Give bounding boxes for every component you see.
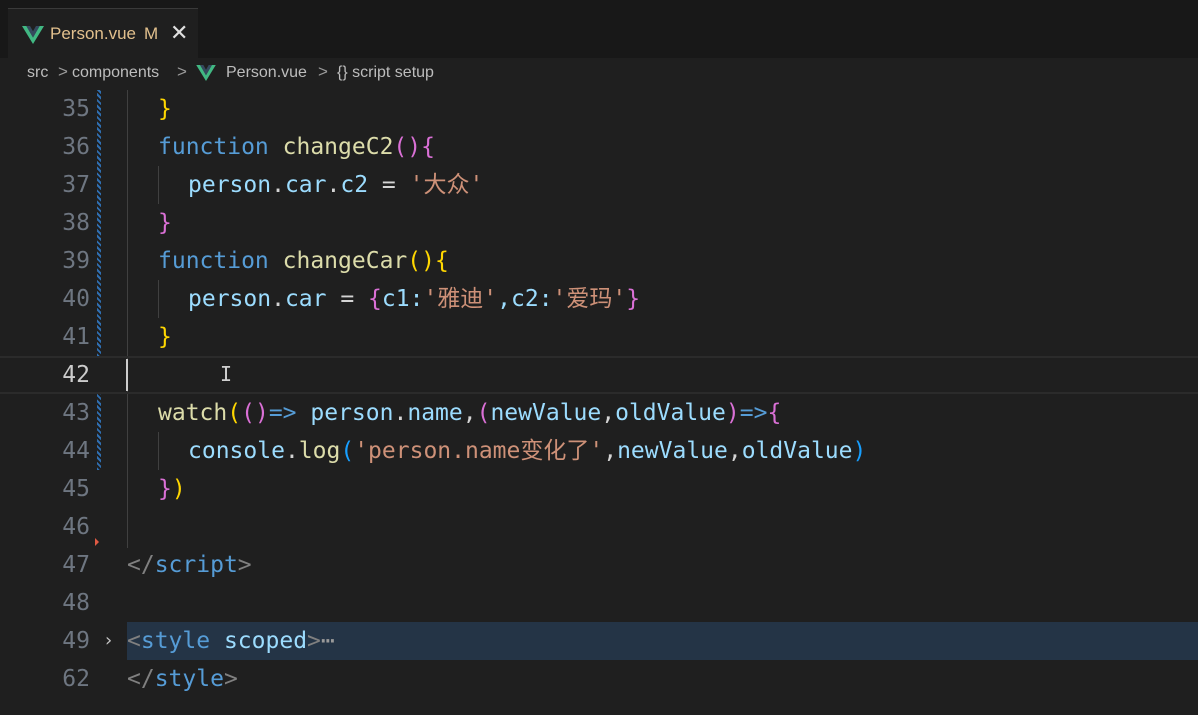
code-line: 62 </style> <box>0 660 1198 698</box>
code-line: 39 function changeCar(){ <box>0 242 1198 280</box>
line-number: 40 <box>62 286 90 312</box>
chevron-right-icon: > <box>58 62 68 81</box>
code-line: 38 } <box>0 204 1198 242</box>
folded-code-line[interactable]: 49 › <style scoped>⋯ <box>0 622 1198 660</box>
breadcrumb: src > components > Person.vue > {} scrip… <box>0 58 1198 90</box>
tab-bar: Person.vue M ✕ <box>0 0 1198 59</box>
tab-title: Person.vue <box>50 24 136 43</box>
breadcrumb-item-file[interactable]: Person.vue <box>226 64 307 82</box>
text-cursor <box>126 359 128 391</box>
line-number: 47 <box>62 552 90 578</box>
editor-tab[interactable]: Person.vue M ✕ <box>8 8 198 59</box>
vue-icon <box>196 65 216 81</box>
code-line: 46 <box>0 508 1198 546</box>
chevron-right-icon: > <box>177 62 187 81</box>
fold-ellipsis-icon: ⋯ <box>320 628 335 654</box>
line-number: 39 <box>62 248 90 274</box>
breadcrumb-item-script-setup[interactable]: {} script setup <box>337 64 434 82</box>
breadcrumb-item-components[interactable]: components <box>72 64 159 82</box>
line-number: 49 <box>62 628 90 654</box>
code-line: 36 function changeC2(){ <box>0 128 1198 166</box>
chevron-right-icon[interactable]: › <box>103 622 114 660</box>
code-line: 44 console.log('person.name变化了',newValue… <box>0 432 1198 470</box>
code-line: 47 </script> <box>0 546 1198 584</box>
line-number: 42 <box>62 362 90 388</box>
vue-icon <box>22 26 44 44</box>
line-number: 41 <box>62 324 90 350</box>
ibeam-cursor-icon: I <box>220 362 233 386</box>
line-number: 44 <box>62 438 90 464</box>
line-number: 37 <box>62 172 90 198</box>
chevron-right-icon: > <box>318 62 328 81</box>
line-number: 46 <box>62 514 90 540</box>
code-line: 40 person.car = {c1:'雅迪',c2:'爱玛'} <box>0 280 1198 318</box>
line-number: 48 <box>62 590 90 616</box>
line-number: 36 <box>62 134 90 160</box>
line-number: 43 <box>62 400 90 426</box>
code-line: 43 watch(()=> person.name,(newValue,oldV… <box>0 394 1198 432</box>
line-number: 38 <box>62 210 90 236</box>
line-number: 62 <box>62 666 90 692</box>
breadcrumb-item-src[interactable]: src <box>27 64 48 82</box>
close-icon[interactable]: ✕ <box>170 20 188 46</box>
line-number: 35 <box>62 96 90 122</box>
code-line: 37 person.car.c2 = '大众' <box>0 166 1198 204</box>
modified-badge: M <box>144 24 159 43</box>
code-line: 48 <box>0 584 1198 622</box>
code-line: 41 } <box>0 318 1198 356</box>
current-line: 42 <box>0 356 1198 394</box>
line-number: 45 <box>62 476 90 502</box>
code-line: 45 }) <box>0 470 1198 508</box>
code-line: 35 } <box>0 90 1198 128</box>
code-editor[interactable]: 35 } 36 function changeC2(){ 37 person.c… <box>0 90 1198 715</box>
